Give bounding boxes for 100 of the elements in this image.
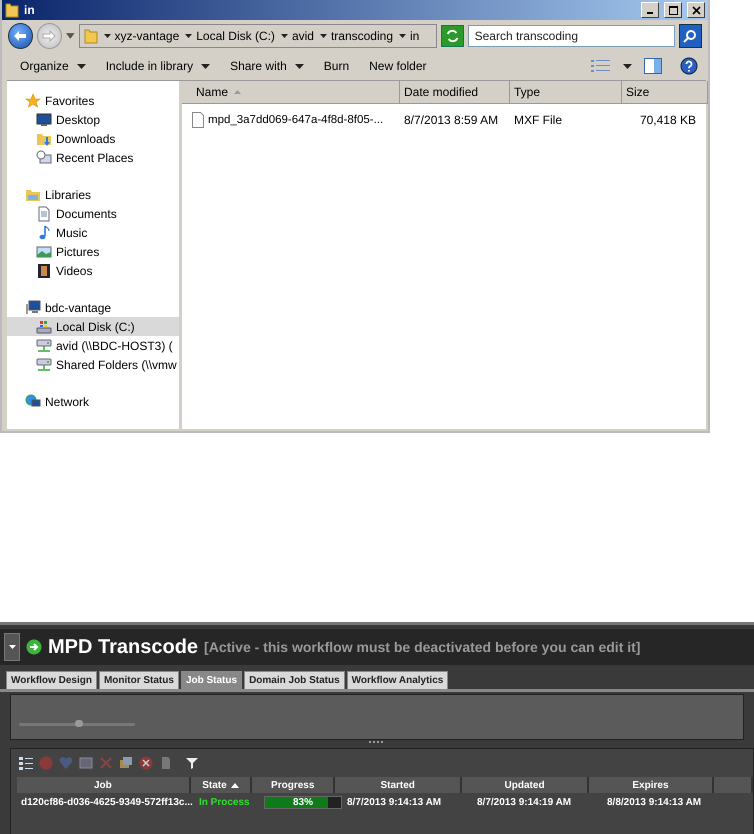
filter-icon[interactable] xyxy=(185,756,199,770)
caret-icon[interactable] xyxy=(280,34,288,38)
refresh-button[interactable] xyxy=(440,25,464,48)
star-icon xyxy=(25,92,41,108)
arrow-left-icon xyxy=(13,30,28,42)
preview-pane-icon[interactable] xyxy=(644,58,662,74)
toolbar-button[interactable]: Share with xyxy=(222,55,312,78)
workflow-status: [Active - this workflow must be deactivated before you can edit it] xyxy=(204,639,640,655)
column-header[interactable]: Expires xyxy=(589,777,714,793)
breadcrumb[interactable]: transcoding xyxy=(330,29,393,44)
nav-item[interactable]: Pictures xyxy=(7,242,179,261)
document-icon xyxy=(36,206,52,222)
tab[interactable]: Workflow Design xyxy=(6,671,97,689)
column-header[interactable]: Progress xyxy=(252,777,336,793)
arrow-right-icon xyxy=(42,30,56,42)
back-button[interactable] xyxy=(8,23,33,50)
breadcrumb[interactable]: xyz-vantage xyxy=(114,29,180,44)
column-header[interactable]: Type xyxy=(510,81,622,103)
column-header[interactable]: State xyxy=(190,777,252,793)
job-cell-text: d120cf86-d036-4625-9349-572ff13c... xyxy=(20,796,194,808)
nav-group[interactable]: Network xyxy=(7,392,179,411)
toolbar-button[interactable]: Include in library xyxy=(98,55,218,78)
nav-item[interactable]: Local Disk (C:) xyxy=(7,317,179,336)
monitor-icon xyxy=(36,112,52,128)
caret-icon[interactable] xyxy=(623,64,632,69)
close-button[interactable] xyxy=(687,2,705,18)
folders-icon[interactable] xyxy=(119,756,133,770)
breadcrumb[interactable]: in xyxy=(410,29,420,44)
column-header[interactable]: Started xyxy=(335,777,462,793)
column-header[interactable]: Size xyxy=(622,81,708,103)
grid-icon[interactable] xyxy=(79,756,93,770)
caret-icon[interactable] xyxy=(185,34,192,38)
nav-item[interactable]: Recent Places xyxy=(7,148,179,167)
folder-icon xyxy=(5,2,19,18)
nav-group[interactable]: Libraries xyxy=(7,185,179,204)
search-field[interactable]: Search transcoding xyxy=(468,25,675,48)
breadcrumb[interactable]: avid xyxy=(292,29,314,44)
slider-thumb[interactable] xyxy=(75,720,84,727)
network-drive-icon xyxy=(36,338,52,354)
search-icon xyxy=(683,29,698,44)
close-icon xyxy=(692,6,700,15)
nav-item[interactable]: Videos xyxy=(7,261,179,280)
dropdown-button[interactable] xyxy=(4,633,20,661)
nav-item[interactable]: Desktop xyxy=(7,110,179,129)
drive-icon xyxy=(36,318,52,334)
film-icon xyxy=(36,262,52,278)
network-drive-icon xyxy=(36,356,52,372)
toolbar-button[interactable]: New folder xyxy=(361,55,434,78)
breadcrumb[interactable]: Local Disk (C:) xyxy=(196,29,275,44)
caret-icon[interactable] xyxy=(399,34,406,38)
column-header[interactable]: Name xyxy=(182,81,400,103)
list-icon[interactable] xyxy=(19,756,33,770)
tab[interactable]: Workflow Analytics xyxy=(346,671,448,689)
help-icon[interactable] xyxy=(680,57,698,76)
nav-item[interactable]: Music xyxy=(7,223,179,242)
workflow-title: MPD Transcode xyxy=(48,636,198,658)
globe-monitor-icon xyxy=(25,394,41,410)
nav-item[interactable]: Documents xyxy=(7,204,179,223)
caret-icon[interactable] xyxy=(104,34,111,38)
toolbar-button[interactable]: Burn xyxy=(316,55,358,78)
column-header[interactable]: Date modified xyxy=(400,81,510,103)
nav-item[interactable]: Shared Folders (\\vmw xyxy=(7,355,179,374)
tab[interactable]: Monitor Status xyxy=(98,671,179,689)
nav-item[interactable]: Downloads xyxy=(7,129,179,148)
state-cell-text: In Process xyxy=(198,796,251,808)
address-bar[interactable]: xyz-vantage Local Disk (C:) avid transcoding in xyxy=(78,24,437,48)
clock-monitor-icon xyxy=(36,150,52,166)
column-header[interactable]: Job xyxy=(17,777,191,793)
cancel-icon[interactable] xyxy=(139,756,153,770)
maximize-button[interactable] xyxy=(664,2,682,18)
caret-icon[interactable] xyxy=(66,33,75,40)
minimize-button[interactable] xyxy=(641,2,659,18)
folder-icon xyxy=(84,28,98,44)
maximize-icon xyxy=(668,6,678,15)
size-cell-text: 70,418 KB xyxy=(638,113,697,127)
file-name[interactable]: mpd_3a7dd069-647a-4f8d-8f05-... xyxy=(208,114,384,126)
column-header[interactable]: Updated xyxy=(462,777,589,793)
computer-icon xyxy=(25,300,41,316)
tab[interactable]: Domain Job Status xyxy=(244,671,345,689)
file-icon xyxy=(192,112,204,128)
tab[interactable]: Job Status xyxy=(180,671,242,689)
nav-item[interactable]: avid (\\BDC-HOST3) ( xyxy=(7,336,179,355)
toolbar-button[interactable]: Organize xyxy=(12,55,94,78)
sort-arrow-icon xyxy=(234,90,242,94)
type-cell-text: MXF File xyxy=(513,113,563,127)
arrow-circle-icon xyxy=(26,639,42,655)
nav-group[interactable]: Favorites xyxy=(7,91,179,110)
splitter-grip[interactable] xyxy=(369,740,385,744)
progress-label: 83% xyxy=(292,796,314,808)
search-button[interactable] xyxy=(678,24,702,48)
date-cell-text: 8/7/2013 9:14:19 AM xyxy=(476,796,572,808)
nav-group[interactable]: bdc-vantage xyxy=(7,298,179,317)
minimize-icon xyxy=(647,12,653,14)
date-cell-text: 8/8/2013 9:14:13 AM xyxy=(606,796,702,808)
date-cell-text: 8/7/2013 8:59 AM xyxy=(403,113,500,127)
caret-icon[interactable] xyxy=(320,34,327,38)
landscape-icon xyxy=(36,244,52,260)
sort-arrow-icon xyxy=(230,782,239,788)
date-cell-text: 8/7/2013 9:14:13 AM xyxy=(346,796,442,808)
window-title: in xyxy=(24,3,36,18)
